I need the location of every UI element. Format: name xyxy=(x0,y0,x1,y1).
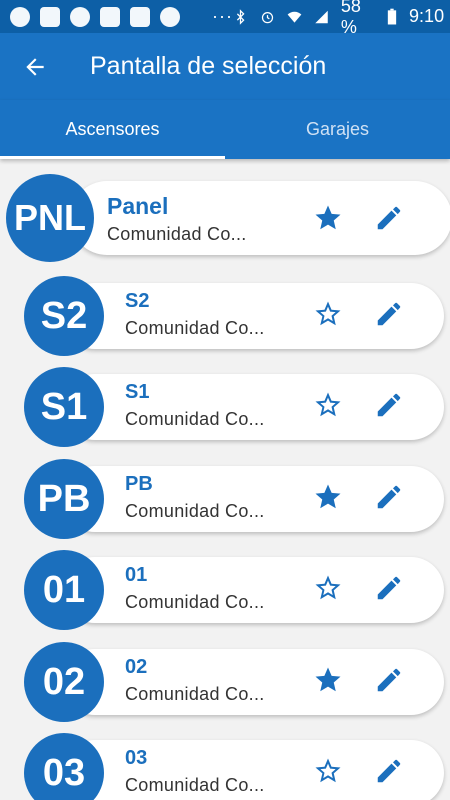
edit-pencil-icon[interactable] xyxy=(374,203,404,233)
tab-garajes[interactable]: Garajes xyxy=(225,100,450,159)
item-badge: PNL xyxy=(6,174,94,262)
tab-bar: Ascensores Garajes xyxy=(0,100,450,159)
item-name: S2 xyxy=(125,290,150,312)
more-notifications-icon: ··· xyxy=(212,6,233,26)
back-button[interactable] xyxy=(0,33,70,100)
item-name: 02 xyxy=(125,656,148,678)
notification-icons xyxy=(10,6,180,27)
tab-ascensores[interactable]: Ascensores xyxy=(0,100,225,159)
elevator-list: PNL Panel Comunidad Co... S2 S2 Comunidad Co.… xyxy=(0,159,450,800)
arrow-back-icon xyxy=(26,57,44,76)
edit-pencil-icon[interactable] xyxy=(374,756,404,786)
item-name: PB xyxy=(125,473,153,495)
item-subtitle: Comunidad Co... xyxy=(125,318,265,338)
status-bar: ··· 58 % 9:10 xyxy=(0,0,450,37)
app-id-icon xyxy=(100,6,120,27)
battery-icon xyxy=(387,8,397,24)
star-outline-icon[interactable] xyxy=(313,390,343,420)
whatsapp-icon xyxy=(70,6,90,27)
news-icon xyxy=(40,6,60,27)
page-title: Pantalla de selección xyxy=(90,52,327,80)
star-filled-icon[interactable] xyxy=(313,203,343,233)
item-badge: 01 xyxy=(24,550,104,630)
item-badge: S2 xyxy=(24,276,104,356)
bluetooth-icon xyxy=(236,8,245,25)
list-item[interactable]: 01 01 Comunidad Co... xyxy=(0,545,450,635)
item-name: 01 xyxy=(125,564,148,586)
edit-pencil-icon[interactable] xyxy=(374,573,404,603)
item-name: Panel xyxy=(107,193,169,219)
edit-pencil-icon[interactable] xyxy=(374,665,404,695)
app-bar: Pantalla de selección xyxy=(0,33,450,100)
wifi-icon xyxy=(287,11,302,23)
clock: 9:10 xyxy=(409,6,445,26)
item-subtitle: Comunidad Co... xyxy=(125,684,265,704)
signal-icon xyxy=(315,10,328,23)
item-subtitle: Comunidad Co... xyxy=(125,592,265,612)
star-outline-icon[interactable] xyxy=(313,299,343,329)
item-badge: S1 xyxy=(24,367,104,447)
list-item[interactable]: 02 02 Comunidad Co... xyxy=(0,637,450,727)
item-subtitle: Comunidad Co... xyxy=(107,224,247,244)
item-name: S1 xyxy=(125,381,150,403)
messenger-icon xyxy=(160,6,180,27)
star-outline-icon[interactable] xyxy=(313,756,343,786)
star-filled-icon[interactable] xyxy=(313,665,343,695)
list-item[interactable]: PB PB Comunidad Co... xyxy=(0,454,450,544)
item-badge: PB xyxy=(24,459,104,539)
item-subtitle: Comunidad Co... xyxy=(125,501,265,521)
item-name: 03 xyxy=(125,747,148,769)
list-item[interactable]: S1 S1 Comunidad Co... xyxy=(0,362,450,452)
spotify-icon xyxy=(10,6,30,27)
edit-pencil-icon[interactable] xyxy=(374,482,404,512)
battery-level: 58 % xyxy=(340,0,361,37)
item-subtitle: Comunidad Co... xyxy=(125,775,265,795)
list-item[interactable]: 03 03 Comunidad Co... xyxy=(0,728,450,800)
star-filled-icon[interactable] xyxy=(313,482,343,512)
edit-pencil-icon[interactable] xyxy=(374,299,404,329)
alarm-icon xyxy=(261,11,274,23)
list-item[interactable]: S2 S2 Comunidad Co... xyxy=(0,271,450,361)
edit-pencil-icon[interactable] xyxy=(374,390,404,420)
item-subtitle: Comunidad Co... xyxy=(125,409,265,429)
app-m-icon xyxy=(130,6,150,27)
star-outline-icon[interactable] xyxy=(313,573,343,603)
list-item[interactable]: PNL Panel Comunidad Co... xyxy=(0,173,450,263)
item-badge: 02 xyxy=(24,642,104,722)
